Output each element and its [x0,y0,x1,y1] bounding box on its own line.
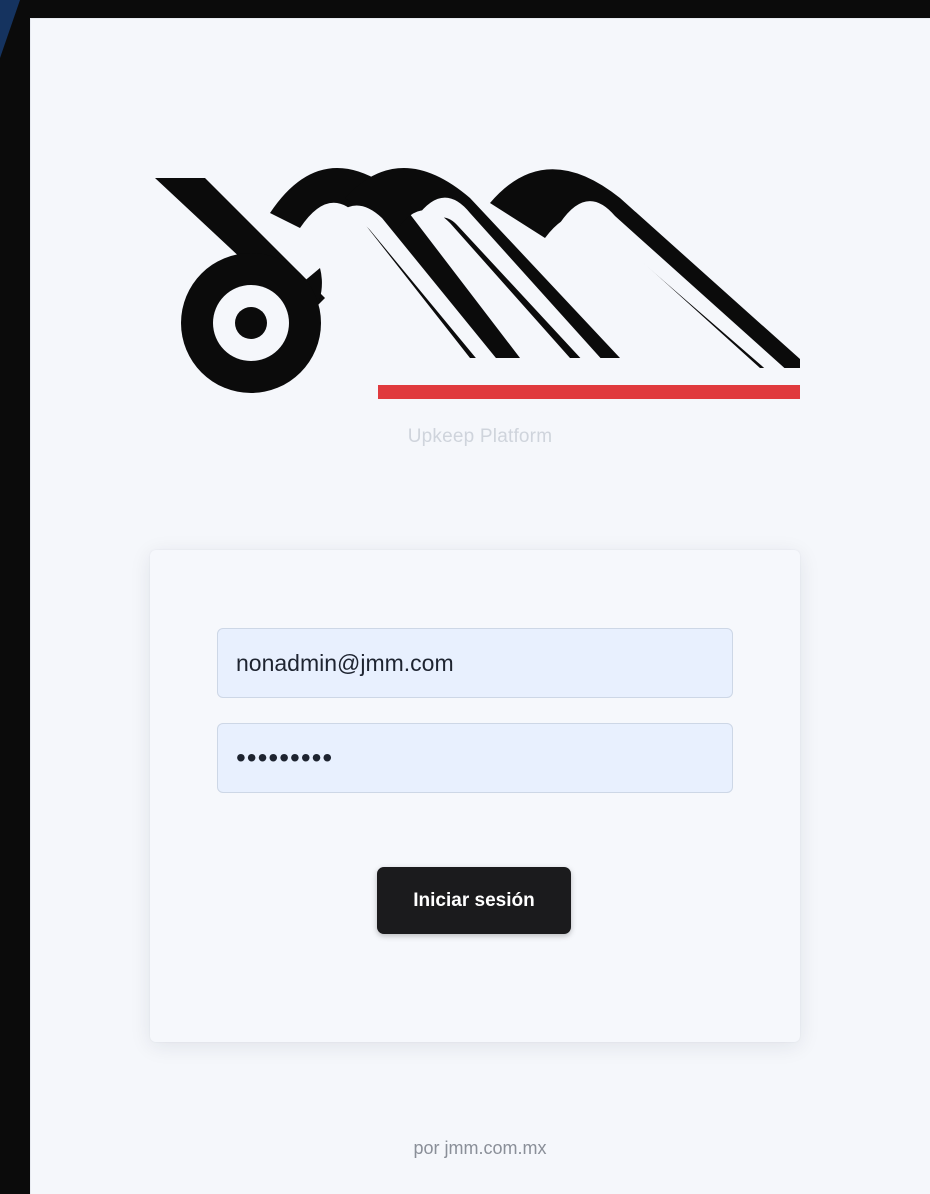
jmm-logo [155,168,800,399]
logo-underline [378,385,800,399]
footer-credit: por jmm.com.mx [413,1138,547,1158]
platform-subtitle: Upkeep Platform [407,426,553,447]
login-card: Iniciar sesión [150,550,800,1042]
login-page: Upkeep Platform Iniciar sesión por jmm.c… [30,18,930,1194]
login-button[interactable]: Iniciar sesión [377,867,571,934]
window-corner-accent [0,0,20,58]
password-field[interactable] [217,723,733,793]
email-field[interactable] [217,628,733,698]
